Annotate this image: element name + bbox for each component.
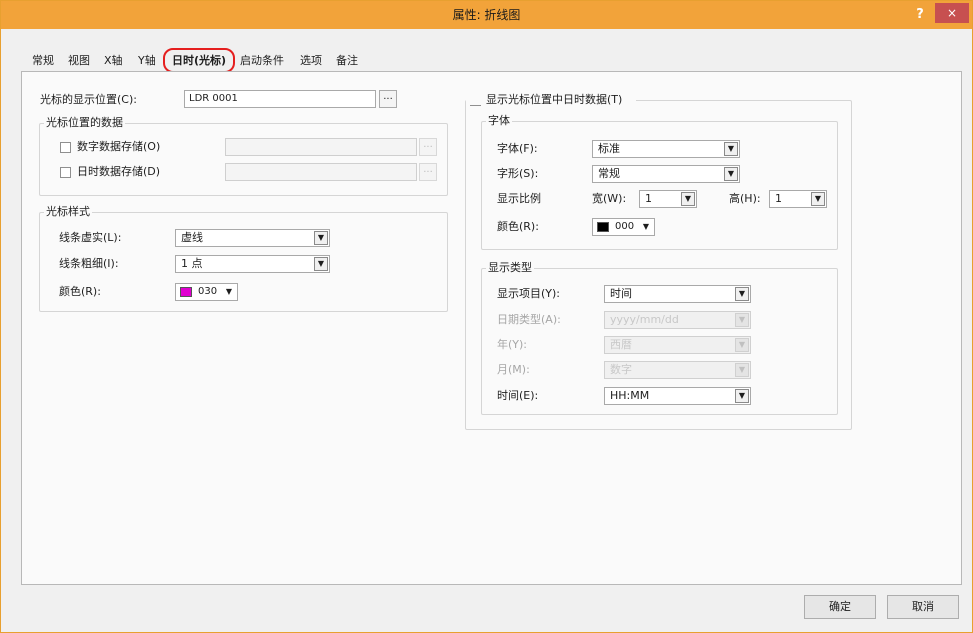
datetime-store-input[interactable] [225,163,417,181]
font-style-select[interactable]: 常规 ▼ [592,165,740,183]
font-group-title: 字体 [486,114,512,128]
color-swatch-icon [597,222,609,232]
chevron-down-icon: ▼ [314,257,328,271]
cursor-data-group [39,123,448,196]
chevron-down-icon: ▼ [811,192,825,206]
month-label: 月(M): [497,363,530,376]
cursor-position-input[interactable]: LDR 0001 [184,90,376,108]
datetime-store-checkbox[interactable] [60,167,71,178]
date-type-value: yyyy/mm/dd [610,313,679,326]
chevron-down-icon: ▼ [724,167,738,181]
cursor-color-label: 颜色(R): [59,285,101,298]
tab-general[interactable]: 常规 [29,51,57,71]
font-style-label: 字形(S): [497,167,539,180]
font-family-label: 字体(F): [497,142,538,155]
cursor-style-group-title: 光标样式 [44,205,92,219]
numeric-store-browse-button[interactable]: ... [419,138,437,156]
numeric-store-input[interactable] [225,138,417,156]
line-width-label: 线条粗细(I): [59,257,119,270]
chevron-down-icon: ▼ [735,313,749,327]
display-item-value: 时间 [610,287,632,300]
ok-button[interactable]: 确定 [804,595,876,619]
tab-y-axis[interactable]: Y轴 [135,51,159,71]
date-type-select[interactable]: yyyy/mm/dd ▼ [604,311,751,329]
line-type-value: 虚线 [181,231,203,244]
help-button[interactable]: ? [909,5,931,25]
font-color-label: 颜色(R): [497,220,539,233]
chevron-down-icon: ▼ [735,287,749,301]
font-family-select[interactable]: 标准 ▼ [592,140,740,158]
month-select[interactable]: 数字 ▼ [604,361,751,379]
time-label: 时间(E): [497,389,539,402]
chevron-down-icon: ▼ [735,338,749,352]
numeric-store-label: 数字数据存储(O) [77,140,161,153]
line-type-label: 线条虚实(L): [59,231,122,244]
year-value: 西暦 [610,338,632,351]
cursor-position-browse-button[interactable]: ... [379,90,397,108]
tab-highlight-ring [163,48,235,73]
tab-notes[interactable]: 备注 [333,51,361,71]
display-type-group-title: 显示类型 [486,261,534,275]
time-value: HH:MM [610,389,650,402]
cursor-position-label: 光标的显示位置(C): [40,93,137,106]
year-select[interactable]: 西暦 ▼ [604,336,751,354]
scale-width-label: 宽(W): [592,192,627,205]
show-datetime-title: 显示光标位置中日时数据(T) [486,92,626,108]
line-width-select[interactable]: 1 点 ▼ [175,255,330,273]
chevron-down-icon: ▼ [642,222,649,231]
tab-options[interactable]: 选项 [297,51,325,71]
year-label: 年(Y): [497,338,528,351]
cursor-color-button[interactable]: 030 ▼ [175,283,238,301]
cancel-button[interactable]: 取消 [887,595,959,619]
dialog-title: 属性: 折线图 [452,8,521,22]
display-item-label: 显示项目(Y): [497,287,561,300]
font-color-code: 000 [615,221,635,232]
datetime-store-browse-button[interactable]: ... [419,163,437,181]
scale-height-label: 高(H): [729,192,761,205]
cursor-color-code: 030 [198,286,218,297]
tab-trigger-condition[interactable]: 启动条件 [237,51,287,71]
scale-label: 显示比例 [497,192,541,205]
chevron-down-icon: ▼ [735,389,749,403]
line-width-value: 1 点 [181,257,203,270]
scale-width-select[interactable]: 1 ▼ [639,190,697,208]
display-item-select[interactable]: 时间 ▼ [604,285,751,303]
tab-x-axis[interactable]: X轴 [101,51,126,71]
font-family-value: 标准 [598,142,620,155]
tab-view[interactable]: 视图 [65,51,93,71]
dialog-window: 属性: 折线图 ? × 常规 视图 X轴 Y轴 日时(光标) 启动条件 选项 备… [0,0,973,633]
date-type-label: 日期类型(A): [497,313,561,326]
scale-width-value: 1 [645,192,652,205]
chevron-down-icon: ▼ [724,142,738,156]
color-swatch-icon [180,287,192,297]
chevron-down-icon: ▼ [314,231,328,245]
close-button[interactable]: × [935,3,969,23]
cursor-data-group-title: 光标位置的数据 [44,116,125,130]
scale-height-value: 1 [775,192,782,205]
chevron-down-icon: ▼ [681,192,695,206]
numeric-store-checkbox[interactable] [60,142,71,153]
font-color-button[interactable]: 000 ▼ [592,218,655,236]
chevron-down-icon: ▼ [735,363,749,377]
chevron-down-icon: ▼ [225,287,232,296]
font-style-value: 常规 [598,167,620,180]
scale-height-select[interactable]: 1 ▼ [769,190,827,208]
datetime-store-label: 日时数据存储(D) [77,165,161,178]
line-type-select[interactable]: 虚线 ▼ [175,229,330,247]
time-select[interactable]: HH:MM ▼ [604,387,751,405]
month-value: 数字 [610,363,632,376]
